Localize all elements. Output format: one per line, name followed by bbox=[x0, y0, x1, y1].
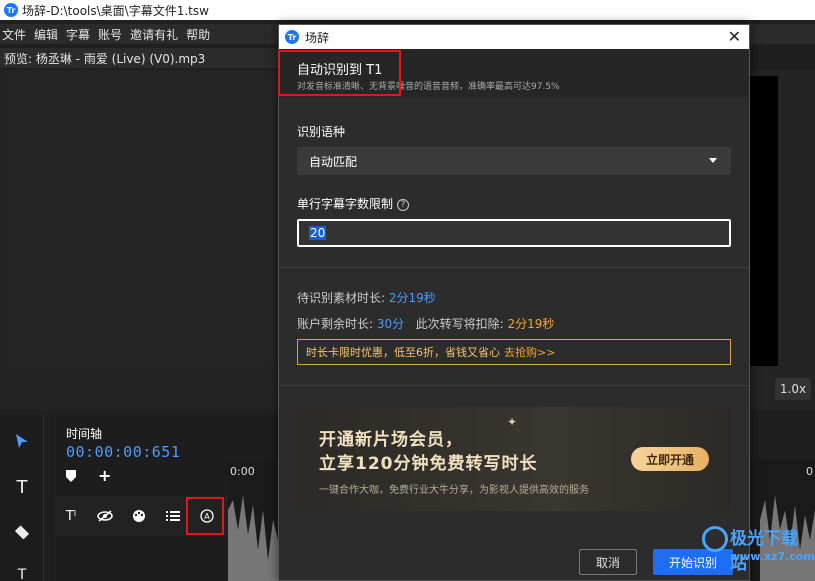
remain-label: 账户剩余时长: bbox=[297, 317, 374, 331]
pointer-icon[interactable] bbox=[10, 429, 34, 453]
close-icon[interactable]: ✕ bbox=[728, 27, 741, 46]
list-icon[interactable] bbox=[156, 510, 190, 522]
promo-link[interactable]: 去抢购>> bbox=[504, 344, 555, 360]
timecode: 00:00:00:651 bbox=[66, 443, 181, 461]
text-style-icon[interactable]: TI bbox=[54, 509, 88, 524]
track-end-time: 0 bbox=[806, 465, 813, 478]
eraser-icon[interactable] bbox=[10, 519, 34, 543]
video-canvas-right bbox=[748, 76, 778, 366]
promo-bar: 时长卡限时优惠，低至6折，省钱又省心 去抢购>> bbox=[297, 339, 731, 365]
limit-label: 单行字幕字数限制? bbox=[297, 195, 410, 212]
menu-subtitle[interactable]: 字幕 bbox=[64, 26, 96, 43]
remain-value: 30分 bbox=[376, 317, 405, 331]
marker-icon[interactable] bbox=[66, 470, 76, 486]
pending-label: 待识别素材时长: bbox=[297, 291, 386, 305]
dialog-logo-icon: Tr bbox=[285, 30, 299, 44]
limit-input[interactable]: 20 bbox=[297, 219, 731, 247]
vip-banner[interactable]: ✦ 开通新片场会员， 立享120分钟免费转写时长 一键合作大咖，免费行业大牛分享… bbox=[297, 407, 731, 511]
window-title: 场辞-D:\tools\桌面\字幕文件1.tsw bbox=[22, 3, 209, 18]
window-titlebar: Tr 场辞-D:\tools\桌面\字幕文件1.tsw bbox=[0, 0, 815, 20]
divider bbox=[279, 267, 749, 268]
dialog-title: 场辞 bbox=[305, 30, 330, 45]
watermark-line2: www.xz7.com bbox=[730, 550, 815, 563]
sparkle-icon: ✦ bbox=[507, 415, 518, 429]
limit-label-text: 单行字幕字数限制 bbox=[297, 197, 394, 211]
timeline-title: 时间轴 bbox=[66, 427, 103, 441]
open-vip-button[interactable]: 立即开通 bbox=[631, 447, 709, 471]
tool-column: T T bbox=[0, 415, 44, 581]
deduct-value: 2分19秒 bbox=[507, 317, 555, 331]
lang-label: 识别语种 bbox=[297, 125, 346, 139]
remain-duration: 账户剩余时长: 30分 此次转写将扣除: 2分19秒 bbox=[297, 315, 554, 332]
waveform-left bbox=[228, 495, 278, 581]
recognition-dialog: Tr 场辞 ✕ 自动识别到 T1 对发音标准清晰、无背景噪音的语音音频，准确率最… bbox=[278, 24, 750, 581]
dialog-titlebar: Tr 场辞 ✕ bbox=[279, 25, 749, 49]
dialog-header: 自动识别到 T1 对发音标准清晰、无背景噪音的语音音频，准确率最高可达97.5% bbox=[278, 49, 749, 97]
text-tool-icon[interactable]: T bbox=[10, 475, 34, 499]
zoom-button[interactable]: 1.0x bbox=[775, 378, 811, 400]
banner-sub: 一键合作大咖，免费行业大牛分享，为影视人提供高效的服务 bbox=[319, 485, 589, 496]
preview-label: 预览: 杨丞琳 - 雨爱 (Live) (V0).mp3 bbox=[0, 48, 280, 68]
menu-help[interactable]: 帮助 bbox=[184, 26, 216, 43]
highlight-box-tool bbox=[186, 497, 224, 535]
chevron-down-icon bbox=[709, 158, 717, 163]
divider bbox=[279, 385, 749, 386]
promo-text: 时长卡限时优惠，低至6折，省钱又省心 bbox=[306, 346, 500, 359]
help-icon[interactable]: ? bbox=[397, 198, 410, 211]
palette-icon[interactable] bbox=[122, 509, 156, 523]
pending-duration: 待识别素材时长: 2分19秒 bbox=[297, 289, 436, 306]
banner-line1: 开通新片场会员， bbox=[319, 430, 463, 450]
video-canvas bbox=[8, 76, 278, 366]
timeline-controls: + bbox=[66, 468, 111, 486]
track-start-time: 0:00 bbox=[230, 465, 255, 478]
lang-value: 自动匹配 bbox=[309, 154, 358, 169]
watermark: 极光下载站 www.xz7.com bbox=[700, 520, 815, 576]
eye-hide-icon[interactable] bbox=[88, 510, 122, 522]
cancel-button[interactable]: 取消 bbox=[579, 549, 637, 575]
watermark-logo-icon bbox=[702, 526, 728, 552]
limit-value: 20 bbox=[309, 226, 327, 240]
menu-invite[interactable]: 邀请有礼 bbox=[128, 26, 184, 43]
menu-account[interactable]: 账号 bbox=[96, 26, 128, 43]
pending-value: 2分19秒 bbox=[388, 291, 436, 305]
add-icon[interactable]: + bbox=[98, 468, 111, 486]
watermark-line1: 极光下载站 bbox=[730, 529, 798, 574]
text-box-icon[interactable]: T bbox=[10, 563, 34, 581]
menu-edit[interactable]: 编辑 bbox=[32, 26, 64, 43]
highlight-box-header bbox=[278, 50, 401, 96]
banner-line2: 立享120分钟免费转写时长 bbox=[319, 454, 538, 474]
lang-select[interactable]: 自动匹配 bbox=[297, 147, 731, 175]
deduct-label: 此次转写将扣除: bbox=[415, 317, 504, 331]
app-logo-icon: Tr bbox=[4, 3, 18, 17]
menu-file[interactable]: 文件 bbox=[0, 26, 32, 43]
